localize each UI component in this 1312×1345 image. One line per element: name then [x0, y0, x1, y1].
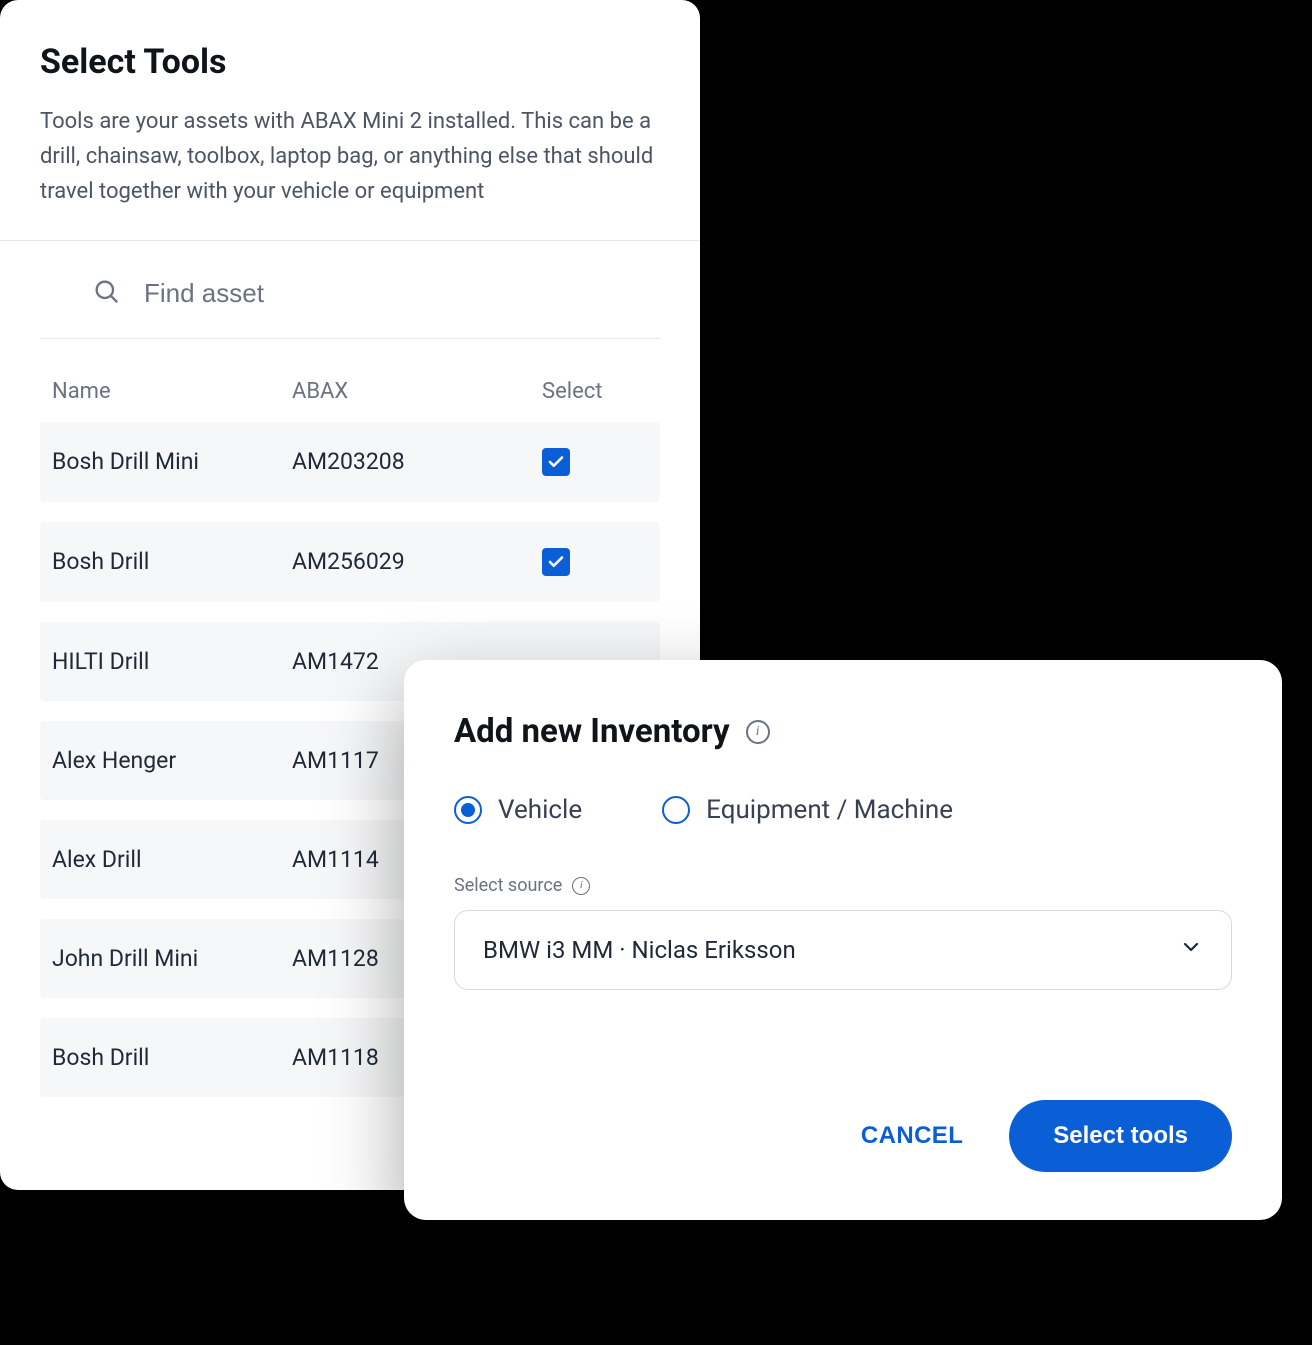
- select-source-label: Select source: [454, 875, 562, 896]
- info-icon[interactable]: i: [572, 877, 590, 895]
- search-row[interactable]: [40, 241, 660, 339]
- dialog-actions: CANCEL Select tools: [454, 1100, 1232, 1172]
- asset-abax-id: AM203208: [292, 448, 542, 475]
- chevron-down-icon: [1179, 935, 1203, 965]
- source-select[interactable]: BMW i3 MM · Niclas Eriksson: [454, 910, 1232, 990]
- table-row[interactable]: Bosh DrillAM256029: [40, 522, 660, 602]
- add-inventory-title: Add new Inventory: [454, 712, 730, 751]
- select-tools-title: Select Tools: [40, 42, 660, 82]
- asset-name: HILTI Drill: [52, 648, 292, 675]
- asset-name: John Drill Mini: [52, 945, 292, 972]
- cancel-button[interactable]: CANCEL: [855, 1121, 969, 1151]
- asset-name: Bosh Drill: [52, 548, 292, 575]
- search-input[interactable]: [142, 277, 608, 310]
- select-tools-header: Select Tools Tools are your assets with …: [0, 0, 700, 241]
- radio-vehicle-label: Vehicle: [498, 795, 582, 825]
- radio-equipment-label: Equipment / Machine: [706, 795, 953, 825]
- table-header: Name ABAX Select: [0, 339, 700, 422]
- checkbox-checked-icon[interactable]: [542, 548, 570, 576]
- col-header-name: Name: [52, 379, 292, 404]
- info-icon[interactable]: i: [746, 720, 770, 744]
- radio-vehicle[interactable]: Vehicle: [454, 795, 582, 825]
- add-inventory-panel: Add new Inventory i Vehicle Equipment / …: [404, 660, 1282, 1220]
- table-row[interactable]: Bosh Drill MiniAM203208: [40, 422, 660, 502]
- select-tools-button[interactable]: Select tools: [1009, 1100, 1232, 1172]
- col-header-abax: ABAX: [292, 379, 542, 404]
- radio-icon: [662, 796, 690, 824]
- asset-name: Bosh Drill: [52, 1044, 292, 1071]
- search-icon: [92, 277, 120, 309]
- inventory-type-radio-group: Vehicle Equipment / Machine: [454, 795, 1232, 825]
- asset-name: Alex Drill: [52, 846, 292, 873]
- col-header-select: Select: [542, 379, 642, 404]
- asset-select-cell: [542, 548, 642, 576]
- select-tools-description: Tools are your assets with ABAX Mini 2 i…: [40, 104, 660, 210]
- asset-name: Alex Henger: [52, 747, 292, 774]
- radio-equipment[interactable]: Equipment / Machine: [662, 795, 953, 825]
- checkbox-checked-icon[interactable]: [542, 448, 570, 476]
- asset-select-cell: [542, 448, 642, 476]
- radio-icon: [454, 796, 482, 824]
- source-select-value: BMW i3 MM · Niclas Eriksson: [483, 936, 796, 964]
- asset-name: Bosh Drill Mini: [52, 448, 292, 475]
- asset-abax-id: AM256029: [292, 548, 542, 575]
